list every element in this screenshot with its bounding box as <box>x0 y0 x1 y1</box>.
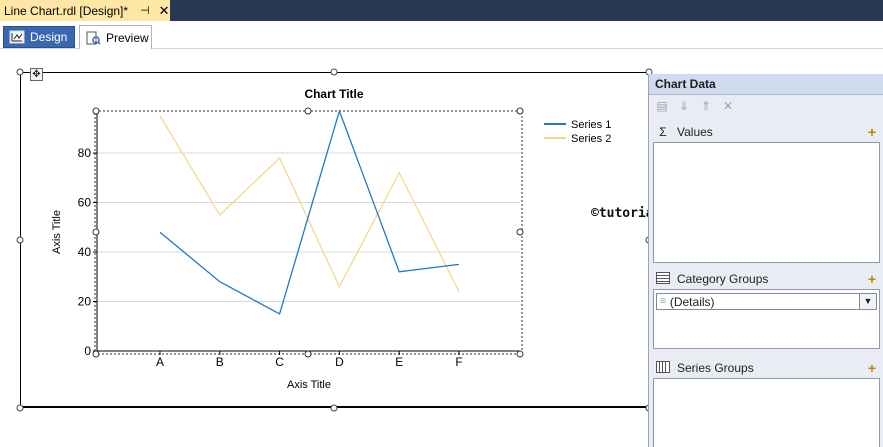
properties-icon[interactable]: ▤ <box>655 99 669 113</box>
resize-handle[interactable] <box>16 68 24 76</box>
category-groups-drop-zone[interactable]: ≡ (Details) ▼ <box>653 289 880 349</box>
plot-resize-handle[interactable] <box>304 107 312 115</box>
series-groups-label: Series Groups <box>677 361 754 375</box>
y-tick-label: 0 <box>84 344 91 358</box>
legend-label[interactable]: Series 1 <box>571 119 611 131</box>
x-tick-label: C <box>275 355 284 369</box>
legend-label[interactable]: Series 2 <box>571 133 611 145</box>
move-down-icon[interactable]: ⇓ <box>677 99 691 113</box>
category-group-details[interactable]: ≡ (Details) ▼ <box>656 293 877 310</box>
add-icon[interactable]: + <box>868 361 876 375</box>
sigma-icon: Σ <box>659 125 667 139</box>
series-groups-header: Series Groups + <box>651 358 882 378</box>
series-groups-section: Series Groups + <box>651 358 882 447</box>
chart-title[interactable]: Chart Title <box>304 87 363 101</box>
category-groups-header: Category Groups + <box>651 269 882 289</box>
pane-toolbar: ▤ ⇓ ⇑ ✕ <box>649 95 883 117</box>
category-groups-section: Category Groups + ≡ (Details) ▼ <box>651 269 882 349</box>
y-tick-label: 40 <box>78 245 92 259</box>
x-axis-title[interactable]: Axis Title <box>287 379 331 391</box>
series-groups-icon <box>655 360 671 376</box>
plot-resize-handle[interactable] <box>92 107 100 115</box>
grip-icon: ≡ <box>660 296 666 307</box>
values-drop-zone[interactable] <box>653 142 880 263</box>
plot-resize-handle[interactable] <box>516 228 524 236</box>
x-tick-label: A <box>156 355 164 369</box>
move-up-icon[interactable]: ⇑ <box>699 99 713 113</box>
series-groups-drop-zone[interactable] <box>653 378 880 447</box>
values-header: Σ Values + <box>651 122 882 142</box>
delete-icon[interactable]: ✕ <box>721 99 735 113</box>
series-line[interactable] <box>159 115 460 292</box>
chevron-down-icon[interactable]: ▼ <box>859 294 876 309</box>
plot-resize-handle[interactable] <box>516 350 524 358</box>
series-line[interactable] <box>159 108 460 315</box>
plot-area-selection[interactable] <box>94 110 523 355</box>
category-groups-label: Category Groups <box>677 272 769 286</box>
plot-resize-handle[interactable] <box>304 350 312 358</box>
x-tick-label: D <box>335 355 344 369</box>
y-tick-label: 80 <box>78 146 92 160</box>
category-group-value: (Details) <box>669 294 715 309</box>
add-icon[interactable]: + <box>868 272 876 286</box>
y-tick-label: 20 <box>78 295 92 309</box>
y-tick-label: 60 <box>78 196 92 210</box>
values-label: Values <box>677 125 713 139</box>
resize-handle[interactable] <box>16 236 24 244</box>
pane-title: Chart Data <box>649 74 883 95</box>
resize-handle[interactable] <box>16 404 24 412</box>
values-section: Σ Values + <box>651 122 882 263</box>
x-tick-label: B <box>216 355 224 369</box>
add-icon[interactable]: + <box>868 125 876 139</box>
plot-resize-handle[interactable] <box>516 107 524 115</box>
plot-resize-handle[interactable] <box>92 350 100 358</box>
y-axis-title[interactable]: Axis Title <box>51 210 63 254</box>
category-groups-icon <box>655 271 671 287</box>
x-tick-label: F <box>455 355 462 369</box>
resize-handle[interactable] <box>330 68 338 76</box>
chart-data-pane: Chart Data ▤ ⇓ ⇑ ✕ Σ Values + Category G… <box>648 74 883 447</box>
resize-handle[interactable] <box>330 404 338 412</box>
x-tick-label: E <box>395 355 403 369</box>
plot-resize-handle[interactable] <box>92 228 100 236</box>
